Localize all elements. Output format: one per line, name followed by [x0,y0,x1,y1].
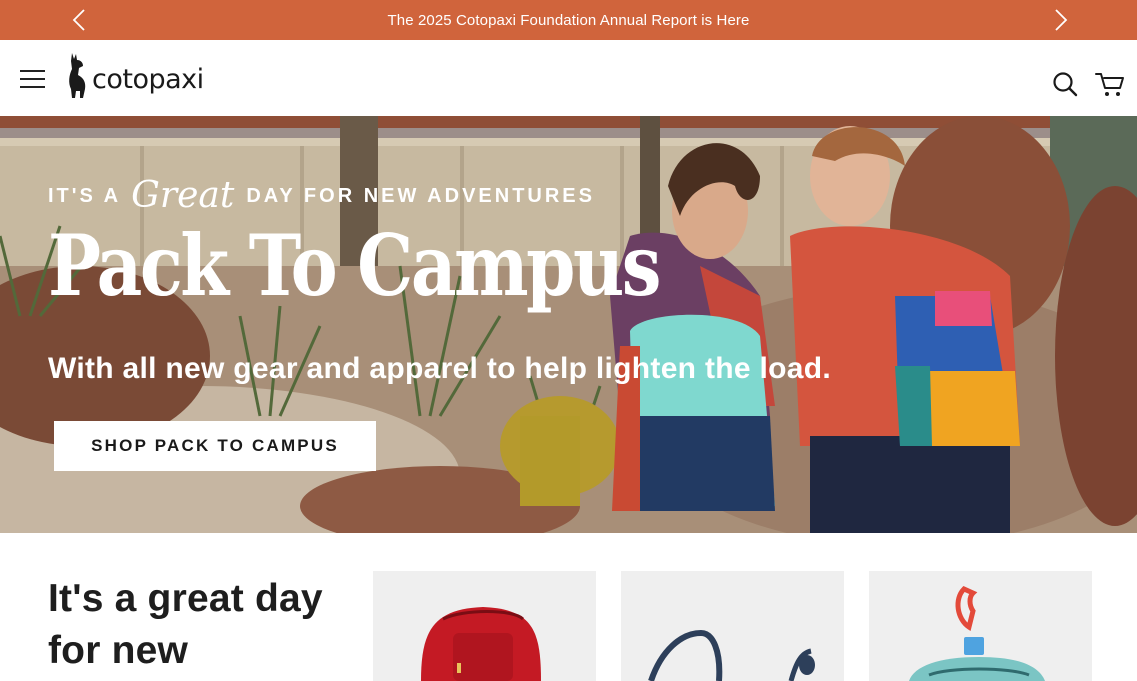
site-header: cotopaxi [0,40,1137,116]
section-heading: It's a great day for new [48,577,323,672]
hero-eyebrow-prefix: IT'S A [48,184,122,207]
llama-icon [69,53,86,98]
cart-button[interactable] [1094,70,1126,98]
logo-wordmark: cotopaxi [92,63,204,95]
search-button[interactable] [1051,70,1079,98]
hero-title: Pack To Campus [48,216,661,315]
search-icon [1053,72,1078,97]
product-card-red-backpack[interactable] [373,571,596,681]
shop-pack-to-campus-button[interactable]: SHOP PACK TO CAMPUS [54,421,376,471]
navy-tote-bag-image [648,629,815,681]
product-card-navy-tote[interactable] [621,571,844,681]
hamburger-menu-icon[interactable] [18,68,48,90]
hero-subtitle: With all new gear and apparel to help li… [48,352,831,385]
hero-eyebrow-script: Great [131,175,235,216]
product-card-teal-pouch[interactable] [869,571,1092,681]
hero-banner: IT'S A Great DAY FOR NEW ADVENTURES Pack… [0,116,1137,533]
featured-section: It's a great day for new [0,533,1137,681]
chevron-right-icon [1055,9,1068,31]
announcement-prev-button[interactable] [65,6,93,34]
announcement-link[interactable]: The 2025 Cotopaxi Foundation Annual Repo… [388,12,750,29]
hero-eyebrow: IT'S A Great DAY FOR NEW ADVENTURES [48,178,595,214]
cart-icon [1095,73,1124,96]
teal-clip-pouch-image [909,586,1045,681]
logo-link[interactable]: cotopaxi [64,50,204,102]
red-backpack-image [421,607,541,681]
announcement-bar: The 2025 Cotopaxi Foundation Annual Repo… [0,0,1137,40]
announcement-next-button[interactable] [1047,6,1075,34]
chevron-left-icon [72,9,85,31]
hero-eyebrow-suffix: DAY FOR NEW ADVENTURES [246,184,595,207]
